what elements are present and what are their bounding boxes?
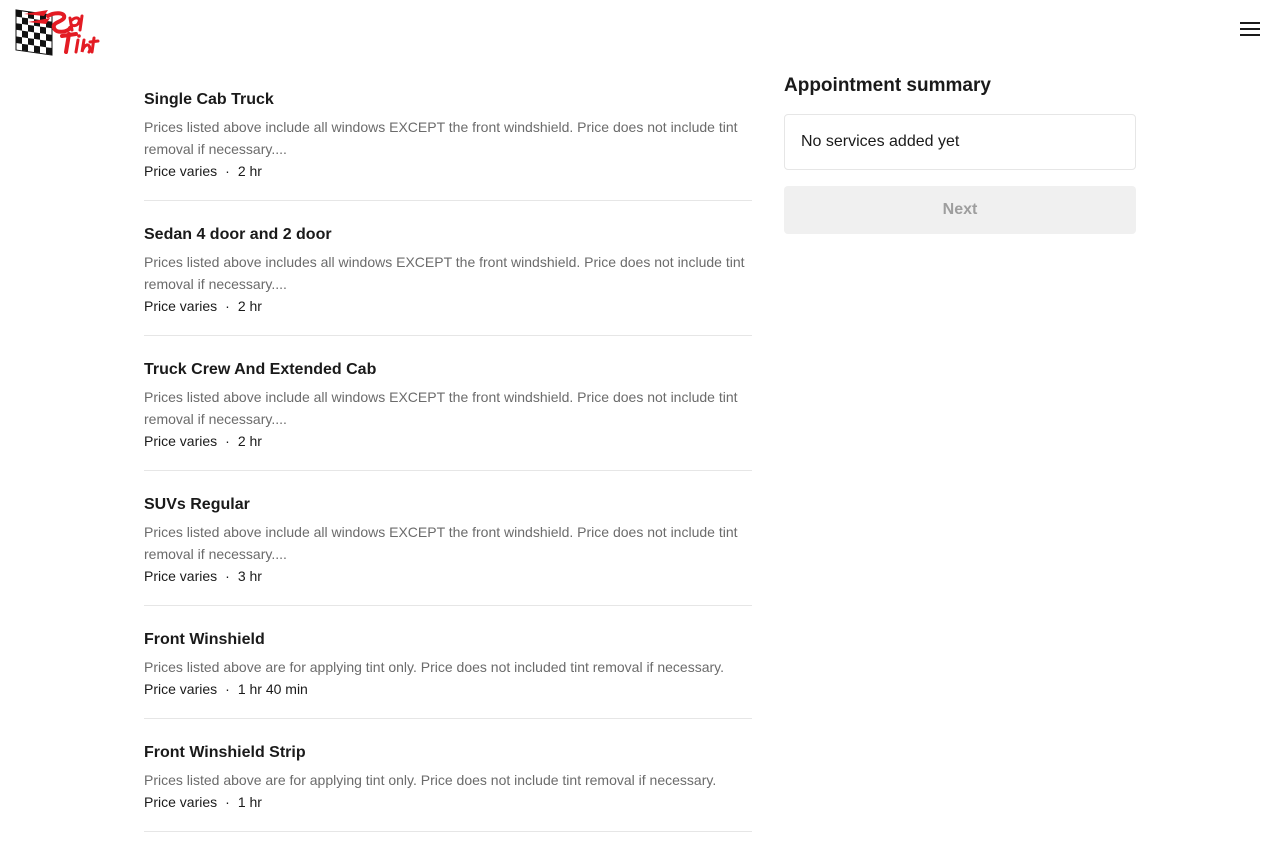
hamburger-menu-icon[interactable] <box>1240 18 1262 40</box>
service-title: Front Winshield <box>144 631 265 648</box>
next-button[interactable]: Next <box>784 186 1136 234</box>
separator-dot: · <box>225 163 230 179</box>
summary-title: Appointment summary <box>784 75 991 96</box>
service-price: Price varies <box>144 298 218 314</box>
appointment-summary: Appointment summary No services added ye… <box>784 74 1136 234</box>
site-header <box>0 0 1280 64</box>
checkered-flag-logo-icon <box>15 9 100 56</box>
service-duration: 2 hr <box>237 163 262 179</box>
service-description: Prices listed above include all windows … <box>144 119 738 157</box>
service-description: Prices listed above are for applying tin… <box>144 772 717 788</box>
service-meta: Price varies · 2 hr <box>144 295 752 317</box>
service-price: Price varies <box>144 163 218 179</box>
service-item-sedan[interactable]: Sedan 4 door and 2 door Prices listed ab… <box>144 219 752 336</box>
service-meta: Price varies · 2 hr <box>144 430 752 452</box>
separator-dot: · <box>225 433 230 449</box>
service-item-single-cab-truck[interactable]: Single Cab Truck Prices listed above inc… <box>144 84 752 201</box>
service-item-truck-crew[interactable]: Truck Crew And Extended Cab Prices liste… <box>144 354 752 471</box>
service-price: Price varies <box>144 568 218 584</box>
service-meta: Price varies · 2 hr <box>144 160 752 182</box>
service-title: Truck Crew And Extended Cab <box>144 361 377 378</box>
service-price: Price varies <box>144 433 218 449</box>
service-description: Prices listed above are for applying tin… <box>144 659 724 675</box>
service-title: Single Cab Truck <box>144 91 274 108</box>
service-title: Sedan 4 door and 2 door <box>144 226 332 243</box>
service-title: Front Winshield Strip <box>144 744 306 761</box>
service-duration: 2 hr <box>237 433 262 449</box>
service-list: Single Cab Truck Prices listed above inc… <box>144 84 752 850</box>
summary-empty-text: No services added yet <box>801 133 960 150</box>
service-description: Prices listed above includes all windows… <box>144 254 745 292</box>
service-title: SUVs Regular <box>144 496 250 513</box>
service-description: Prices listed above include all windows … <box>144 389 738 427</box>
separator-dot: · <box>225 298 230 314</box>
service-meta: Price varies · 3 hr <box>144 565 752 587</box>
service-description: Prices listed above include all windows … <box>144 524 738 562</box>
service-price: Price varies <box>144 681 218 697</box>
service-meta: Price varies · 1 hr 40 min <box>144 678 752 700</box>
service-duration: 1 hr <box>237 794 262 810</box>
service-duration: 2 hr <box>237 298 262 314</box>
service-price: Price varies <box>144 794 218 810</box>
service-item-suvs-regular[interactable]: SUVs Regular Prices listed above include… <box>144 489 752 606</box>
service-item-front-winshield-strip[interactable]: Front Winshield Strip Prices listed abov… <box>144 737 752 832</box>
summary-empty-box: No services added yet <box>784 114 1136 170</box>
separator-dot: · <box>225 568 230 584</box>
service-duration: 1 hr 40 min <box>237 681 308 697</box>
separator-dot: · <box>225 794 230 810</box>
site-logo[interactable] <box>14 6 100 58</box>
service-meta: Price varies · 1 hr <box>144 791 752 813</box>
service-duration: 3 hr <box>237 568 262 584</box>
service-item-front-winshield[interactable]: Front Winshield Prices listed above are … <box>144 624 752 719</box>
separator-dot: · <box>225 681 230 697</box>
